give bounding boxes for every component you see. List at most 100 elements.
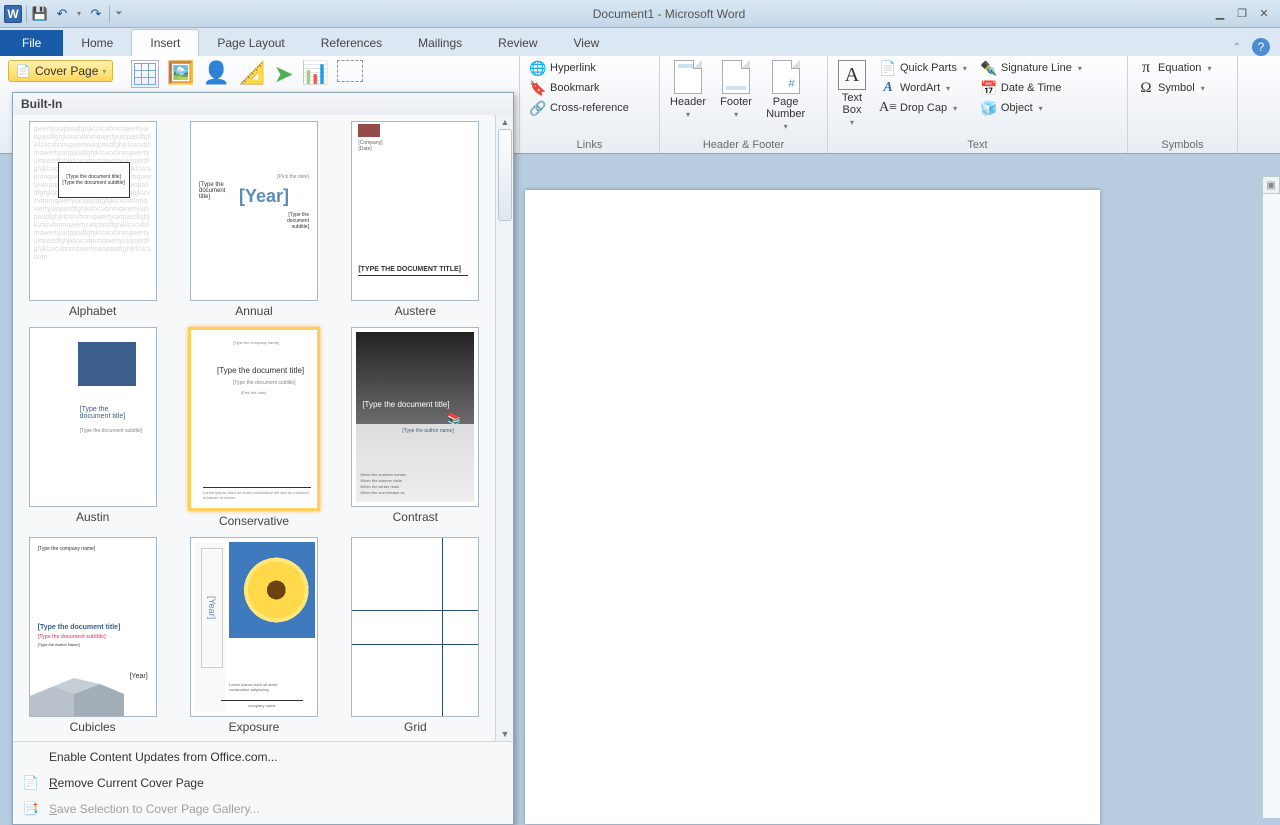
- wordart-icon: A: [880, 80, 896, 96]
- scroll-thumb[interactable]: [498, 129, 512, 221]
- gallery-item-grid[interactable]: [TYPE THE DOCUMENT TITLE] Grid: [342, 537, 489, 737]
- window-title: Document1 - Microsoft Word: [128, 7, 1210, 21]
- tab-home[interactable]: Home: [63, 30, 131, 56]
- cross-reference-button[interactable]: 🔗Cross-reference: [526, 98, 633, 118]
- tab-page-layout[interactable]: Page Layout: [199, 30, 302, 56]
- text-box-label: Text Box: [842, 92, 862, 116]
- hyperlink-label: Hyperlink: [550, 62, 596, 74]
- gallery-caption: Cubicles: [70, 717, 116, 737]
- qat-customize-icon[interactable]: ⏷: [114, 5, 124, 23]
- chart-icon[interactable]: 📊: [302, 60, 329, 86]
- cover-page-button[interactable]: 📄 Cover Page ▾: [8, 60, 113, 82]
- bookmark-label: Bookmark: [550, 82, 600, 94]
- footer-label: Footer: [720, 96, 752, 108]
- object-icon: 🧊: [981, 100, 997, 116]
- links-group-label: Links: [526, 137, 653, 153]
- gallery-item-exposure[interactable]: [Year] Lorem ipsum dolor sit ametconsect…: [180, 537, 327, 737]
- tab-references[interactable]: References: [303, 30, 400, 56]
- menu-save-to-gallery: 📑Save Selection to Cover Page Gallery...: [13, 796, 513, 822]
- drop-cap-button[interactable]: A≡Drop Cap▾: [876, 98, 971, 118]
- symbol-label: Symbol: [1158, 82, 1195, 94]
- cover-page-gallery: Built-In qwertyuiopasdfghjklzxcvbnmqwert…: [12, 92, 514, 825]
- quick-parts-button[interactable]: 📄Quick Parts▾: [876, 58, 971, 78]
- undo-icon[interactable]: ↶: [53, 5, 71, 23]
- shapes-icon[interactable]: 📐: [238, 60, 265, 86]
- gallery-caption: Annual: [235, 301, 272, 321]
- object-button[interactable]: 🧊Object▾: [977, 98, 1086, 118]
- text-box-icon: A: [838, 60, 866, 90]
- cover-page-label: Cover Page: [35, 64, 98, 78]
- undo-dropdown[interactable]: ▾: [75, 5, 83, 23]
- tab-insert[interactable]: Insert: [131, 29, 199, 56]
- restore-button[interactable]: ❐: [1232, 6, 1252, 22]
- save-icon[interactable]: 💾: [31, 5, 49, 23]
- help-icon[interactable]: ?: [1252, 38, 1270, 56]
- tab-file[interactable]: File: [0, 30, 63, 56]
- equation-button[interactable]: πEquation▾: [1134, 58, 1215, 78]
- signature-line-button[interactable]: ✒️Signature Line▾: [977, 58, 1086, 78]
- title-bar: W 💾 ↶ ▾ ↷ ⏷ Document1 - Microsoft Word ▁…: [0, 0, 1280, 28]
- gallery-item-cubicles[interactable]: [Type the company name] [Type the docume…: [19, 537, 166, 737]
- gallery-caption: Grid: [404, 717, 427, 737]
- gallery-item-austere[interactable]: [Company][Date] [TYPE THE DOCUMENT TITLE…: [342, 121, 489, 321]
- gallery-caption: Conservative: [219, 511, 289, 531]
- symbol-button[interactable]: ΩSymbol▾: [1134, 78, 1215, 98]
- gallery-item-alphabet[interactable]: qwertyuiopasdfghjklzxcvbnmqwertyuiopasdf…: [19, 121, 166, 321]
- document-page[interactable]: [525, 190, 1100, 824]
- menu-label: Enable Content Updates from Office.com..…: [49, 750, 278, 764]
- close-button[interactable]: ✕: [1254, 6, 1274, 22]
- header-footer-group-label: Header & Footer: [666, 137, 821, 153]
- footer-icon: [722, 60, 750, 94]
- gallery-item-annual[interactable]: [Pick the date] [Type the document title…: [180, 121, 327, 321]
- screenshot-icon[interactable]: [337, 60, 363, 82]
- gallery-item-austin[interactable]: [Type the document title] [Type the docu…: [19, 327, 166, 531]
- date-time-icon: 📅: [981, 80, 997, 96]
- minimize-ribbon-icon[interactable]: ⌃: [1228, 38, 1246, 56]
- ribbon-tabs: File Home Insert Page Layout References …: [0, 28, 1280, 56]
- drop-cap-icon: A≡: [880, 100, 896, 116]
- equation-label: Equation: [1158, 62, 1201, 74]
- gallery-item-contrast[interactable]: [Type the document title] 📚 [Type the au…: [342, 327, 489, 531]
- minimize-button[interactable]: ▁: [1210, 6, 1230, 22]
- scroll-down-icon[interactable]: ▼: [496, 727, 514, 741]
- page-number-button[interactable]: #Page Number▾: [762, 58, 809, 133]
- ruler-toggle[interactable]: ▣: [1262, 176, 1280, 194]
- menu-remove-cover-page[interactable]: 📄Remove Current Cover Page: [13, 770, 513, 796]
- symbols-group-label: Symbols: [1134, 137, 1231, 153]
- redo-icon[interactable]: ↷: [87, 5, 105, 23]
- clip-art-icon[interactable]: 👤: [203, 60, 230, 86]
- vertical-ruler: [1262, 194, 1280, 818]
- page-number-icon: #: [772, 60, 800, 94]
- page-number-label: Page Number: [766, 96, 805, 120]
- save-gallery-icon: 📑: [23, 801, 39, 817]
- gallery-item-conservative[interactable]: [Type the company name] [Type the docume…: [180, 327, 327, 531]
- menu-enable-content-updates[interactable]: Enable Content Updates from Office.com..…: [13, 744, 513, 770]
- signature-icon: ✒️: [981, 60, 997, 76]
- footer-button[interactable]: Footer▾: [716, 58, 756, 121]
- menu-label: Remove Current Cover Page: [49, 776, 204, 790]
- header-button[interactable]: Header▾: [666, 58, 710, 121]
- app-word-icon[interactable]: W: [4, 5, 22, 23]
- object-label: Object: [1001, 102, 1033, 114]
- wordart-label: WordArt: [900, 82, 940, 94]
- wordart-button[interactable]: AWordArt▾: [876, 78, 971, 98]
- scroll-up-icon[interactable]: ▲: [496, 115, 514, 129]
- signature-label: Signature Line: [1001, 62, 1072, 74]
- page-icon: 📄: [15, 63, 31, 79]
- tab-mailings[interactable]: Mailings: [400, 30, 480, 56]
- gallery-scrollbar[interactable]: ▲ ▼: [495, 115, 513, 741]
- hyperlink-button[interactable]: 🌐Hyperlink: [526, 58, 633, 78]
- tab-review[interactable]: Review: [480, 30, 555, 56]
- table-icon[interactable]: [131, 60, 159, 88]
- gallery-caption: Austin: [76, 507, 109, 527]
- picture-icon[interactable]: 🖼️: [167, 60, 194, 86]
- text-box-button[interactable]: AText Box▾: [834, 58, 870, 129]
- tab-view[interactable]: View: [556, 30, 618, 56]
- bookmark-button[interactable]: 🔖Bookmark: [526, 78, 633, 98]
- text-group-label: Text: [834, 137, 1121, 153]
- date-time-button[interactable]: 📅Date & Time: [977, 78, 1086, 98]
- quick-parts-icon: 📄: [880, 60, 896, 76]
- smartart-icon[interactable]: ➤: [274, 60, 294, 89]
- cross-ref-icon: 🔗: [530, 100, 546, 116]
- gallery-caption: Austere: [395, 301, 436, 321]
